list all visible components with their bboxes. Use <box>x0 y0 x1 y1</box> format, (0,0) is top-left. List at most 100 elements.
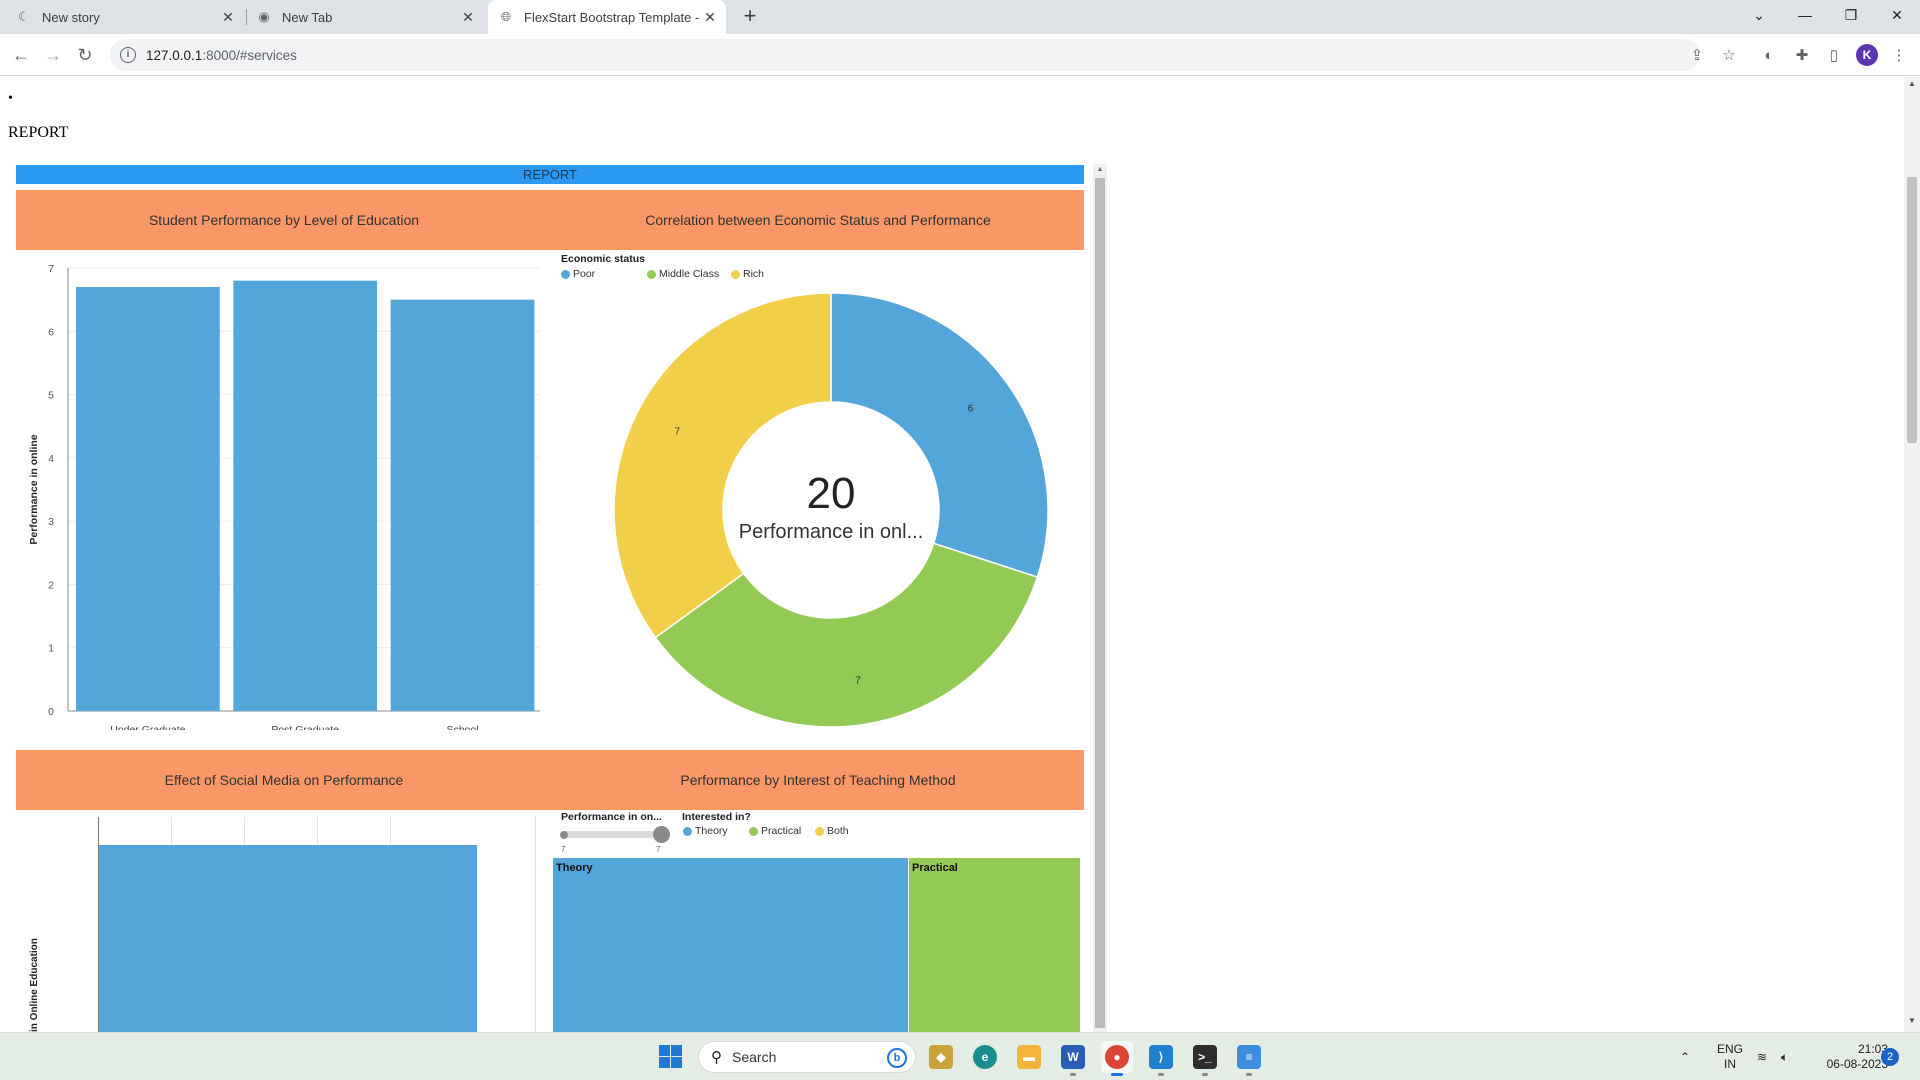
donut-slice[interactable] <box>613 292 832 639</box>
extension-shield-icon[interactable]: ◐ <box>1758 44 1780 66</box>
close-icon[interactable]: ✕ <box>702 9 718 25</box>
tray-overflow-icon[interactable]: ⌃ <box>1680 1033 1690 1080</box>
bing-icon[interactable]: b <box>887 1048 907 1068</box>
pie-legend: Poor Middle Class Rich <box>561 268 764 280</box>
clock-date: 06-08-2023 <box>1826 1057 1888 1071</box>
section-band-bottom: Effect of Social Media on Performance Pe… <box>16 750 1084 810</box>
range-slider-track[interactable] <box>563 831 665 838</box>
bookmark-star-icon[interactable]: ☆ <box>1718 44 1740 66</box>
new-tab-button[interactable]: + <box>737 4 763 30</box>
language-indicator[interactable]: ENG IN <box>1714 1042 1746 1072</box>
taskbar-app-chrome[interactable]: ● <box>1101 1041 1133 1076</box>
legend-item-theory[interactable]: Theory <box>683 825 749 837</box>
scroll-up-arrow-icon[interactable]: ▲ <box>1093 164 1107 176</box>
share-icon[interactable]: ⇪ <box>1686 44 1708 66</box>
address-bar[interactable]: i 127.0.0.1:8000/#services <box>110 39 1700 71</box>
y-tick-label: 4 <box>48 453 54 465</box>
tab-separator <box>246 9 247 25</box>
taskbar-app-terminal[interactable]: >_ <box>1189 1041 1221 1076</box>
taskbar-app-vscode[interactable]: ⟩ <box>1145 1041 1177 1076</box>
report-banner: REPORT <box>16 165 1084 184</box>
legend-item-practical[interactable]: Practical <box>749 825 815 837</box>
taskbar-app-widgets[interactable]: ◆ <box>925 1041 957 1073</box>
taskbar-app-file-explorer[interactable]: ▬ <box>1013 1041 1045 1073</box>
range-slider-max-handle[interactable] <box>653 826 670 843</box>
reload-icon[interactable]: ↻ <box>72 42 98 68</box>
legend-label: Rich <box>743 268 765 280</box>
clock[interactable]: 21:03 06-08-2023 <box>1806 1042 1888 1072</box>
y-tick-label: 6 <box>48 326 54 338</box>
browser-tab-strip: ☾ New story ✕ ◉ New Tab ✕ 🌐︎ FlexStart B… <box>0 0 1920 34</box>
legend-label: Theory <box>695 825 728 837</box>
legend-swatch <box>731 269 740 279</box>
bar[interactable] <box>233 280 378 711</box>
close-icon[interactable]: ✕ <box>460 9 476 25</box>
url-path: :8000/#services <box>202 47 297 63</box>
legend-label: Poor <box>573 268 596 280</box>
treemap-tile-label: Practical <box>912 862 958 874</box>
legend-item-both[interactable]: Both <box>815 825 849 837</box>
scroll-up-arrow-icon[interactable]: ▲ <box>1904 79 1920 93</box>
tab-title: New Tab <box>282 9 333 25</box>
bar-chart-education: 0 1 2 3 4 5 6 7 Under Graduate Post Graduate Schoo… <box>28 263 540 730</box>
tab-flexstart[interactable]: 🌐︎ FlexStart Bootstrap Template - In ✕ <box>488 0 726 34</box>
range-slider-min-handle[interactable] <box>560 831 568 839</box>
site-info-icon[interactable]: i <box>120 47 136 63</box>
forward-icon[interactable]: → <box>40 42 66 68</box>
game-app-icon: ◆ <box>929 1045 953 1069</box>
window-close-icon[interactable]: ✕ <box>1874 0 1920 30</box>
side-panel-icon[interactable]: ▯ <box>1823 44 1845 66</box>
report-scroll-thumb[interactable] <box>1095 178 1105 1028</box>
profile-avatar[interactable]: K <box>1856 44 1878 66</box>
close-icon[interactable]: ✕ <box>220 9 236 25</box>
menu-kebab-icon[interactable]: ⋮ <box>1888 44 1910 66</box>
treemap-tile-theory[interactable]: Theory <box>553 858 908 1032</box>
chart-title-teaching-method: Performance by Interest of Teaching Meth… <box>680 772 956 788</box>
wifi-icon[interactable]: ≋ <box>1757 1033 1767 1080</box>
treemap-tile-practical[interactable]: Practical <box>909 858 1080 1032</box>
page-scroll-thumb[interactable] <box>1907 177 1917 443</box>
running-indicator <box>1070 1073 1076 1076</box>
url-text[interactable]: 127.0.0.1:8000/#services <box>146 48 297 63</box>
legend-item-middle-class[interactable]: Middle Class <box>647 268 731 280</box>
taskbar-app-edge[interactable]: e <box>969 1041 1001 1073</box>
minimize-icon[interactable]: — <box>1782 0 1828 30</box>
bar[interactable] <box>76 286 220 711</box>
x-tick-label: Post Graduate <box>271 724 339 730</box>
legend-item-poor[interactable]: Poor <box>561 268 647 280</box>
bar[interactable] <box>390 299 535 711</box>
legend-label: Practical <box>761 825 802 837</box>
windows-start-icon[interactable] <box>659 1045 683 1069</box>
taskbar-app-notepad[interactable]: ≡ <box>1233 1041 1265 1076</box>
scroll-down-arrow-icon[interactable]: ▼ <box>1904 1016 1920 1030</box>
page-heading: REPORT <box>8 124 69 141</box>
volume-muted-icon[interactable]: 🔈︎ <box>1781 1033 1788 1080</box>
taskbar-app-word[interactable]: W <box>1057 1041 1089 1076</box>
report-scrollbar[interactable]: ▲ <box>1093 164 1107 1032</box>
notification-badge[interactable]: 2 <box>1881 1048 1899 1066</box>
legend-swatch <box>561 269 570 279</box>
slice-data-label: 7 <box>675 427 681 438</box>
running-indicator <box>1246 1073 1252 1076</box>
tab-search-icon[interactable]: ⌄ <box>1736 0 1782 30</box>
terminal-icon: >_ <box>1193 1045 1217 1069</box>
browser-toolbar: ← → ↻ i 127.0.0.1:8000/#services ⇪ ☆ ◐ ✚… <box>0 34 1920 76</box>
report-embed: REPORT Student Performance by Level of E… <box>15 164 1108 1032</box>
language-code: ENG <box>1716 1042 1743 1056</box>
extensions-puzzle-icon[interactable]: ✚ <box>1791 44 1813 66</box>
x-tick-label: Under Graduate <box>110 724 185 730</box>
treemap-tile-label: Theory <box>556 862 593 874</box>
social-media-bar[interactable] <box>99 845 477 1032</box>
tab-new-story[interactable]: ☾ New story ✕ <box>16 0 244 34</box>
legend-item-rich[interactable]: Rich <box>731 268 764 280</box>
taskbar-search-box[interactable]: ⚲ Search b <box>698 1041 916 1073</box>
y-tick-label: 3 <box>48 516 54 528</box>
back-icon[interactable]: ← <box>8 42 34 68</box>
tab-new-tab[interactable]: ◉ New Tab ✕ <box>256 0 484 34</box>
list-bullet: • <box>8 91 13 106</box>
page-scrollbar[interactable]: ▲ ▼ <box>1904 77 1920 1032</box>
edge-icon: e <box>973 1045 997 1069</box>
folder-icon: ▬ <box>1017 1045 1041 1069</box>
restore-icon[interactable]: ❐ <box>1828 0 1874 30</box>
legend-swatch <box>647 269 656 279</box>
